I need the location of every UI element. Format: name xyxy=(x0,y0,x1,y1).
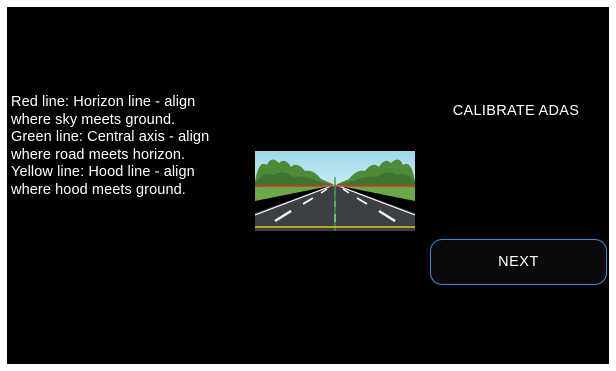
calibration-instructions: Red line: Horizon line - align where sky… xyxy=(11,94,251,200)
instruction-line-central-axis-detail: where road meets horizon. xyxy=(11,146,186,163)
road-calibration-illustration xyxy=(255,151,415,231)
instruction-line-horizon: Red line: Horizon line - align xyxy=(11,94,196,110)
next-button[interactable]: NEXT xyxy=(430,239,607,285)
instruction-line-hood: Yellow line: Hood line - align xyxy=(11,164,195,181)
instruction-line-hood-detail: where hood meets ground. xyxy=(11,181,186,198)
instruction-line-central-axis: Green line: Central axis - align xyxy=(11,129,210,146)
instruction-line-horizon-detail: where sky meets ground. xyxy=(11,111,176,128)
road-illustration-svg xyxy=(255,151,415,231)
adas-calibration-screen: Red line: Horizon line - align where sky… xyxy=(7,7,609,364)
calibrate-adas-title: CALIBRATE ADAS xyxy=(452,103,580,119)
